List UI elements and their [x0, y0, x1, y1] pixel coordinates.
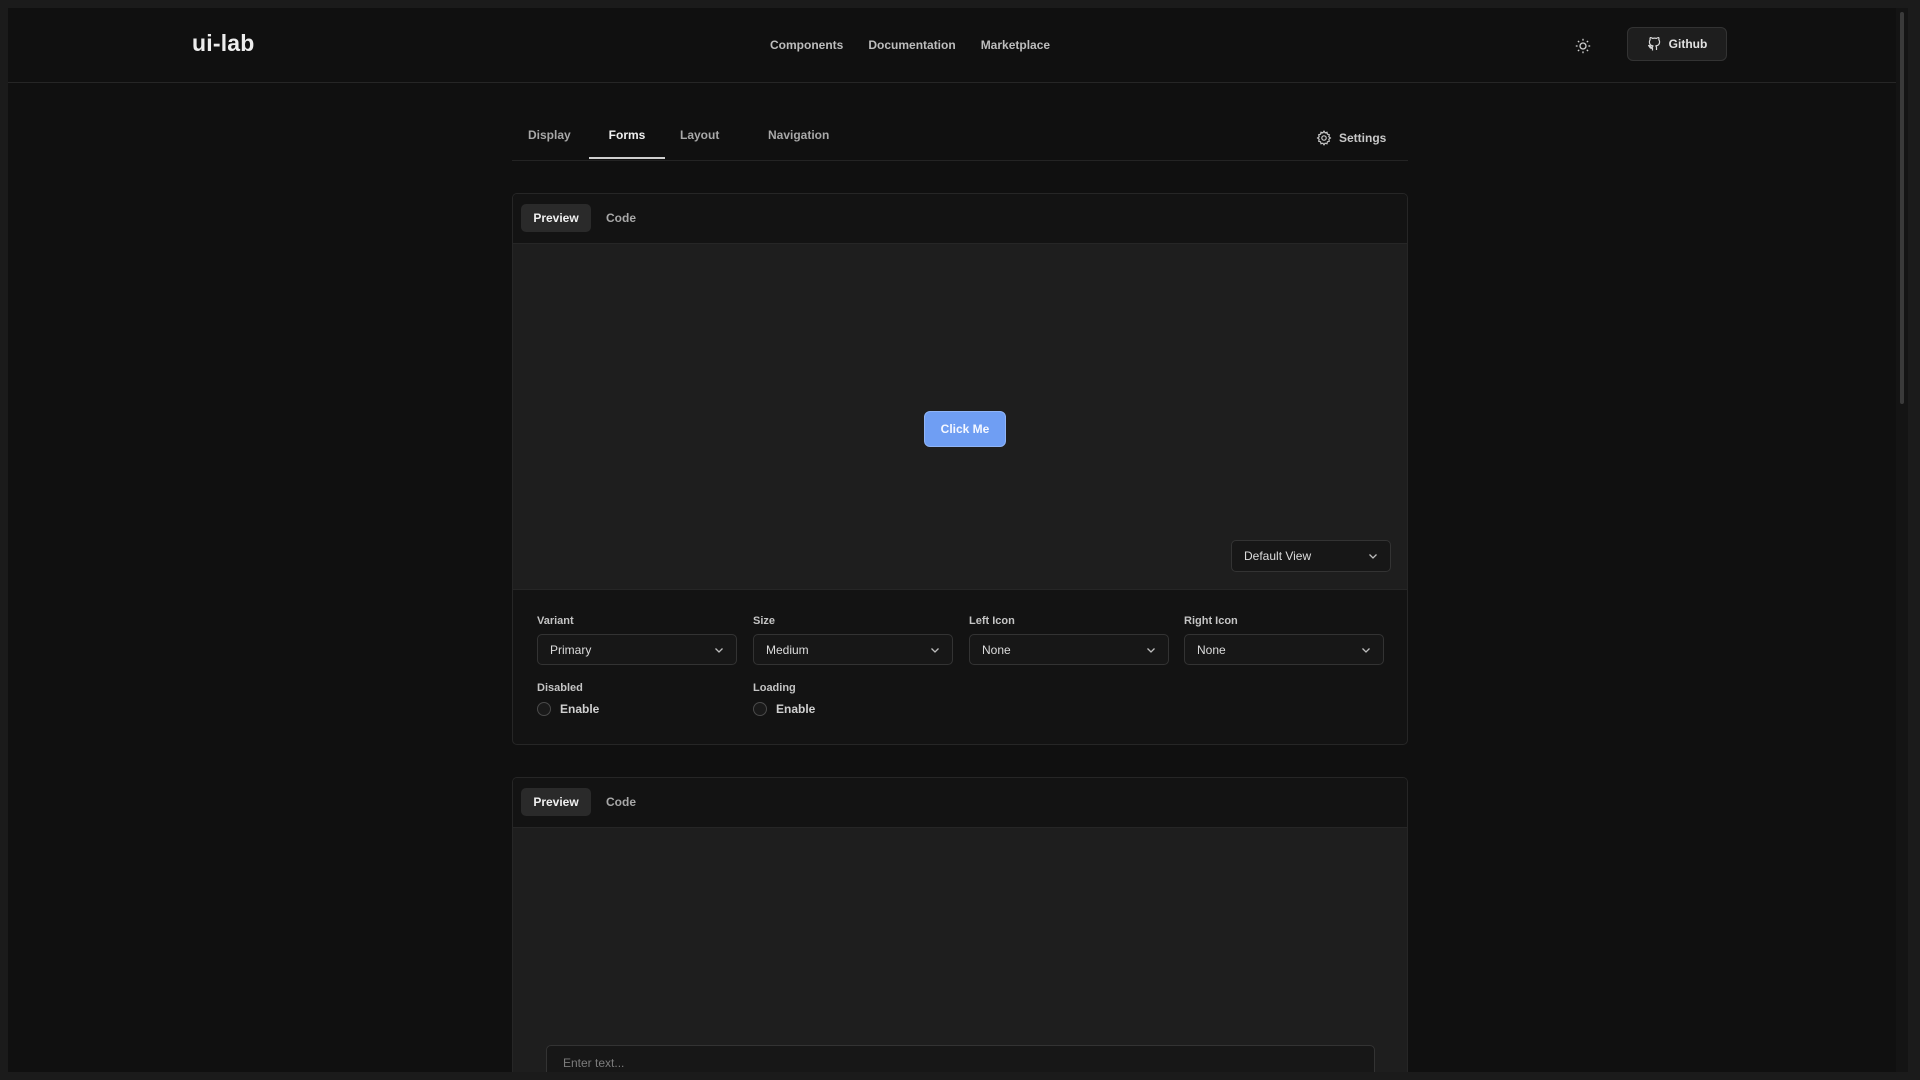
right-icon-value: None — [1197, 642, 1226, 657]
demo-click-button[interactable]: Click Me — [924, 411, 1006, 447]
input-demo-card: Preview Code — [512, 777, 1408, 1072]
code-tab[interactable]: Code — [597, 788, 645, 816]
right-icon-label: Right Icon — [1184, 615, 1238, 627]
main-nav: Components Documentation Marketplace — [770, 38, 1050, 52]
loading-label: Loading — [753, 682, 796, 694]
button-demo-card: Preview Code Click Me Default View Varia… — [512, 193, 1408, 745]
left-icon-value: None — [982, 642, 1011, 657]
view-select-value: Default View — [1244, 549, 1312, 563]
disabled-checkbox[interactable] — [537, 702, 551, 716]
left-icon-select[interactable]: None — [969, 634, 1169, 665]
settings-label: Settings — [1339, 131, 1387, 145]
chevron-down-icon — [1147, 647, 1155, 653]
variant-label: Variant — [537, 615, 574, 627]
disabled-option-label: Enable — [560, 702, 600, 716]
github-button[interactable]: Github — [1627, 27, 1727, 61]
controls-panel: Variant Primary Size Medium Left Icon No… — [513, 589, 1407, 740]
settings-button[interactable]: Settings — [1316, 130, 1386, 146]
size-label: Size — [753, 615, 776, 627]
size-select[interactable]: Medium — [753, 634, 953, 665]
card-tabs: Preview Code — [513, 778, 1407, 828]
nav-link-components[interactable]: Components — [770, 38, 843, 52]
tab-forms[interactable]: Forms — [589, 122, 665, 159]
chevron-down-icon — [1362, 647, 1370, 653]
loading-option-label: Enable — [776, 702, 816, 716]
tab-display[interactable]: Display — [528, 122, 574, 159]
variant-value: Primary — [550, 642, 592, 657]
tab-layout[interactable]: Layout — [680, 122, 726, 159]
sun-icon — [1575, 38, 1591, 54]
github-icon — [1647, 36, 1660, 51]
loading-checkbox-row[interactable]: Enable — [753, 702, 815, 716]
left-icon-label: Left Icon — [969, 615, 1015, 627]
github-label: Github — [1668, 37, 1708, 51]
code-tab[interactable]: Code — [597, 204, 645, 232]
logo[interactable]: ui-lab — [192, 30, 255, 57]
variant-select[interactable]: Primary — [537, 634, 737, 665]
theme-toggle-button[interactable] — [1572, 35, 1594, 57]
disabled-checkbox-row[interactable]: Enable — [537, 702, 599, 716]
preview-area — [513, 828, 1407, 1072]
view-select[interactable]: Default View — [1231, 540, 1391, 572]
preview-tab[interactable]: Preview — [521, 204, 591, 232]
category-tabs: Display Forms Layout Navigation — [512, 122, 1408, 161]
chevron-down-icon — [715, 647, 723, 653]
chevron-down-icon — [931, 647, 939, 653]
text-input[interactable] — [546, 1045, 1375, 1072]
tab-navigation[interactable]: Navigation — [768, 122, 838, 159]
size-value: Medium — [766, 642, 809, 657]
scrollbar-thumb[interactable] — [1900, 12, 1904, 404]
nav-link-marketplace[interactable]: Marketplace — [981, 38, 1050, 52]
right-icon-select[interactable]: None — [1184, 634, 1384, 665]
page-scrollbar[interactable] — [1896, 8, 1908, 1072]
gear-icon — [1316, 130, 1332, 146]
preview-tab[interactable]: Preview — [521, 788, 591, 816]
loading-checkbox[interactable] — [753, 702, 767, 716]
app-window: ui-lab Components Documentation Marketpl… — [8, 8, 1908, 1072]
nav-link-documentation[interactable]: Documentation — [868, 38, 955, 52]
chevron-down-icon — [1369, 554, 1377, 559]
preview-area: Click Me Default View — [513, 244, 1407, 589]
card-tabs: Preview Code — [513, 194, 1407, 244]
top-header: ui-lab Components Documentation Marketpl… — [8, 8, 1908, 83]
disabled-label: Disabled — [537, 682, 583, 694]
